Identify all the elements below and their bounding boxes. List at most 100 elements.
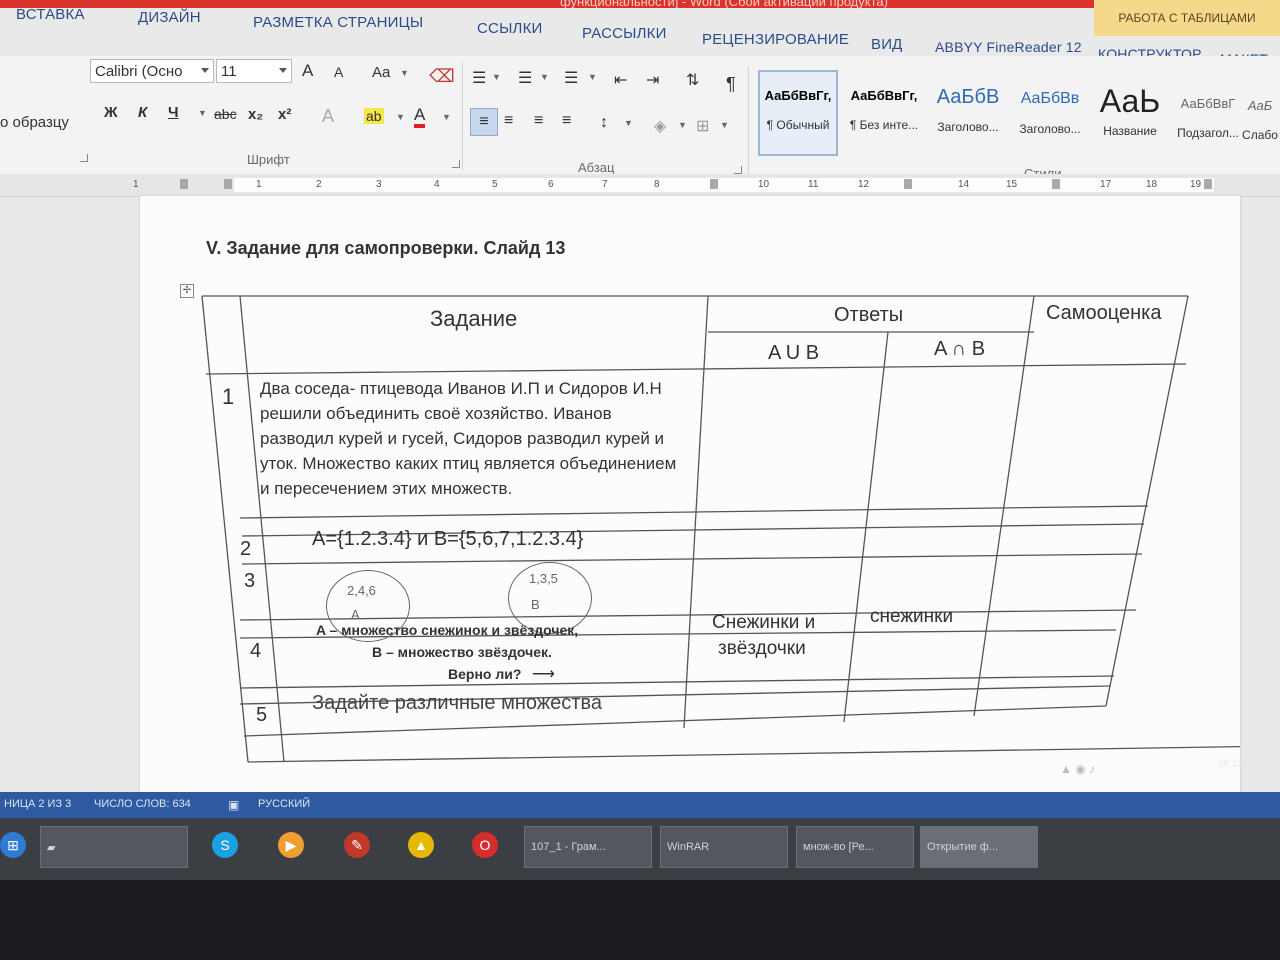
superscript-button[interactable]: x² (278, 106, 291, 123)
opera-icon[interactable]: O (472, 832, 498, 858)
word-count[interactable]: ЧИСЛО СЛОВ: 634 (94, 798, 191, 810)
tab-layout[interactable]: РАЗМЕТКА СТРАНИЦЫ (253, 14, 423, 31)
borders-chevron-icon[interactable]: ▼ (718, 120, 729, 130)
column-marker[interactable] (710, 179, 718, 189)
style-subtle-emphasis[interactable]: АаБ Слабо (1240, 82, 1280, 160)
style-heading-1[interactable]: АаБбВ Заголово... (928, 74, 1008, 152)
justify-icon[interactable]: ≡ (562, 112, 571, 130)
grow-font-button[interactable]: A (302, 61, 313, 81)
horizontal-ruler[interactable]: 1 1 2 3 4 5 6 7 8 10 11 12 14 15 17 18 1… (0, 174, 1280, 197)
bold-button[interactable]: Ж (104, 104, 118, 121)
font-size-combo[interactable]: 11 (216, 59, 292, 83)
decrease-indent-icon[interactable]: ⇤ (614, 70, 627, 90)
app-icon[interactable]: ✎ (344, 832, 370, 858)
multilevel-chevron-icon[interactable]: ▼ (586, 72, 597, 82)
borders-icon[interactable]: ⊞ (696, 116, 709, 136)
multilevel-list-icon[interactable]: ☰ (564, 68, 578, 88)
subscript-button[interactable]: x₂ (248, 106, 263, 123)
column-marker[interactable] (180, 179, 188, 189)
column-marker[interactable] (224, 179, 232, 189)
style-name: ¶ Обычный (766, 118, 830, 132)
header-self-assessment: Самооценка (1046, 302, 1162, 324)
column-marker[interactable] (904, 179, 912, 189)
numbering-chevron-icon[interactable]: ▼ (538, 72, 549, 82)
underline-chevron-icon[interactable]: ▼ (196, 108, 207, 118)
paragraph-launcher-icon[interactable] (734, 166, 742, 174)
font-name-combo[interactable]: Calibri (Осно (90, 59, 214, 83)
clock-date: 08.12.2016 (1217, 759, 1268, 770)
shrink-font-button[interactable]: A (334, 64, 343, 80)
taskbar-word[interactable]: Открытие ф... (920, 826, 1038, 868)
document-page[interactable]: V. Задание для самопроверки. Слайд 13 ✢ (140, 196, 1240, 800)
tab-design[interactable]: ДИЗАЙН (138, 9, 201, 26)
page-counter[interactable]: НИЦА 2 ИЗ 3 (4, 798, 71, 810)
style-sample: АаЬ (1099, 82, 1161, 119)
align-left-icon[interactable]: ≡ (470, 108, 498, 136)
line-spacing-chevron-icon[interactable]: ▼ (622, 118, 633, 128)
taskbar-powerpoint[interactable]: множ-во [Ре... (796, 826, 914, 868)
table-border (205, 363, 1187, 375)
change-case-button[interactable]: Aa (372, 64, 390, 81)
change-case-chevron-icon[interactable]: ▼ (398, 68, 409, 78)
tab-insert[interactable]: ВСТАВКА (16, 6, 85, 23)
format-painter-button[interactable]: о образцу (0, 114, 69, 131)
font-group-label: Шрифт (247, 152, 290, 167)
text-effects-button[interactable]: A (322, 106, 334, 127)
shading-icon[interactable]: ◈ (654, 116, 666, 136)
style-normal[interactable]: АаБбВвГг, ¶ Обычный (758, 70, 838, 156)
monitor-bezel (0, 880, 1280, 960)
font-size-value: 11 (221, 62, 237, 80)
tab-abbyy[interactable]: ABBYY FineReader 12 (935, 39, 1082, 55)
start-icon[interactable]: ⊞ (0, 832, 26, 858)
clock-time: 11:45 (1243, 745, 1268, 756)
font-color-button[interactable]: A (414, 106, 426, 128)
clear-formatting-icon[interactable]: ⌫ (429, 64, 454, 88)
column-marker[interactable] (1052, 179, 1060, 189)
table-border (239, 295, 285, 763)
style-subtitle[interactable]: АаБбВвГ Подзагол... (1168, 80, 1248, 158)
pilcrow-button[interactable]: ¶ (726, 74, 736, 95)
row-number: 4 (250, 640, 262, 662)
media-player-icon[interactable]: ▶ (278, 832, 304, 858)
ruler-number: 4 (434, 179, 440, 190)
italic-button[interactable]: К (138, 104, 147, 121)
line-spacing-icon[interactable]: ↕ (600, 114, 608, 132)
clock[interactable]: 11:45 08.12.2016 (1218, 744, 1268, 772)
bullets-chevron-icon[interactable]: ▼ (490, 72, 501, 82)
sort-icon[interactable]: ⇅ (686, 70, 699, 90)
bullets-icon[interactable]: ☰ (472, 68, 486, 88)
venn-label: A (351, 607, 360, 622)
task-text: B – множество звёздочек. (372, 644, 552, 660)
align-right-icon[interactable]: ≡ (534, 112, 543, 130)
taskbar-winrar[interactable]: WinRAR (660, 826, 788, 868)
highlight-chevron-icon[interactable]: ▼ (394, 112, 405, 122)
tab-view[interactable]: ВИД (871, 36, 903, 53)
style-sample: АаБбВвГг, (764, 87, 832, 103)
tray-icons[interactable]: ▲ ◉ ♪ (1060, 762, 1095, 776)
increase-indent-icon[interactable]: ⇥ (646, 70, 659, 90)
tab-mailings[interactable]: РАССЫЛКИ (582, 25, 667, 42)
app-icon[interactable]: ▲ (408, 832, 434, 858)
clipboard-launcher-icon[interactable] (80, 154, 88, 162)
style-no-spacing[interactable]: АаБбВвГг, ¶ Без инте... (844, 72, 924, 150)
strikethrough-button[interactable]: abc (214, 106, 237, 122)
underline-button[interactable]: Ч (168, 104, 179, 121)
shading-chevron-icon[interactable]: ▼ (676, 120, 687, 130)
font-launcher-icon[interactable] (452, 160, 460, 168)
tab-references[interactable]: ССЫЛКИ (477, 20, 543, 37)
font-color-chevron-icon[interactable]: ▼ (440, 112, 451, 122)
language-indicator[interactable]: РУССКИЙ (258, 798, 310, 810)
numbering-icon[interactable]: ☰ (518, 68, 532, 88)
highlight-button[interactable]: ab (364, 108, 384, 124)
taskbar-explorer[interactable]: ▰ (40, 826, 188, 868)
align-center-icon[interactable]: ≡ (504, 112, 513, 130)
style-heading-2[interactable]: АаБбВв Заголово... (1010, 76, 1090, 154)
column-marker[interactable] (1204, 179, 1212, 189)
row-number: 2 (240, 538, 252, 560)
tab-review[interactable]: РЕЦЕНЗИРОВАНИЕ (702, 31, 849, 48)
skype-icon[interactable]: S (212, 832, 238, 858)
taskbar-pdf[interactable]: 107_1 - Грам... (524, 826, 652, 868)
style-title[interactable]: АаЬ Название (1090, 78, 1170, 156)
word-window: функциональности] - Word (Сбой активации… (0, 0, 1280, 800)
proofing-icon[interactable]: ▣ (228, 798, 239, 812)
